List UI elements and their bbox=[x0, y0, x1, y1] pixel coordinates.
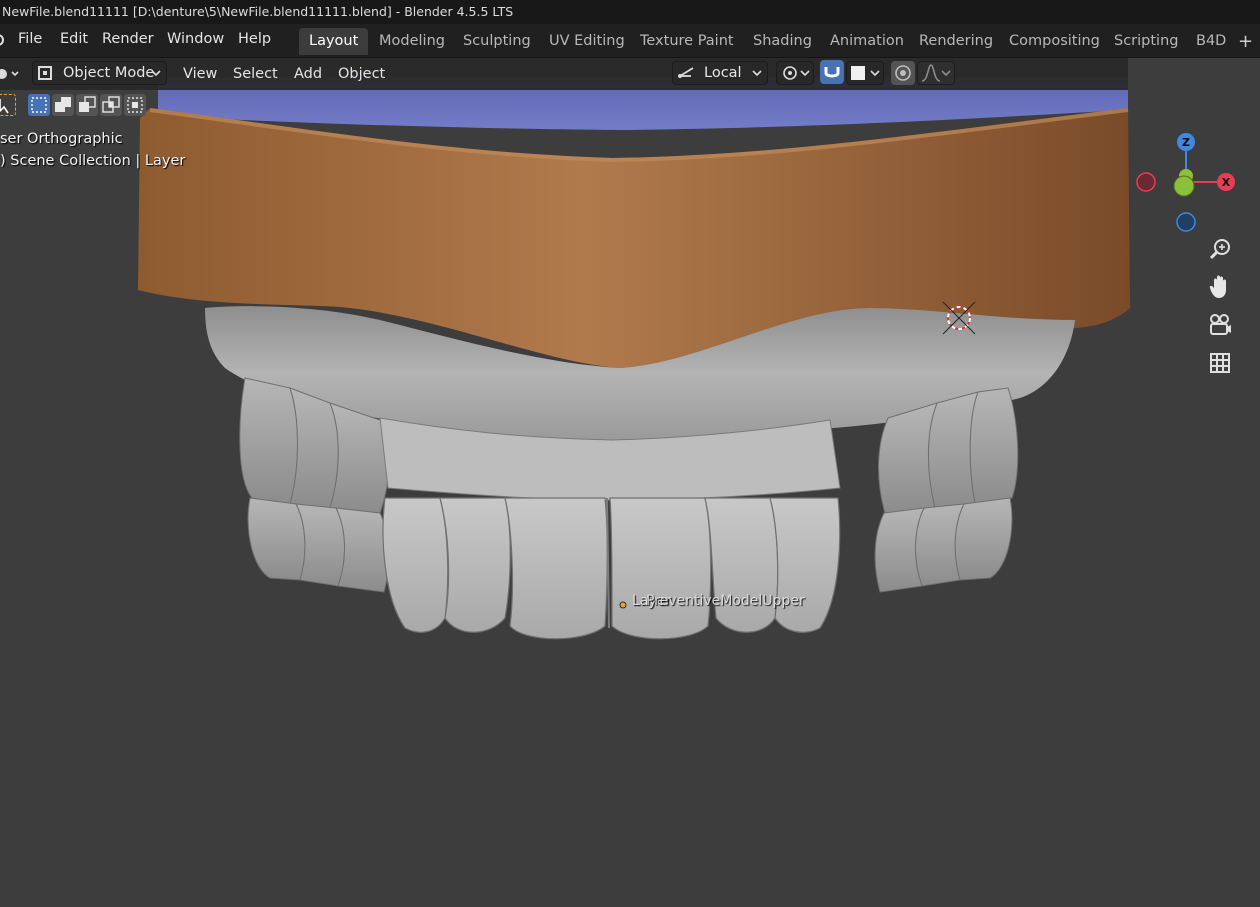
editor-type-icon[interactable] bbox=[0, 61, 22, 87]
menu-file[interactable]: File bbox=[18, 24, 42, 56]
pivot-point-dropdown[interactable] bbox=[776, 61, 814, 85]
tab-sculpting[interactable]: Sculpting bbox=[453, 28, 541, 55]
tab-scripting[interactable]: Scripting bbox=[1104, 28, 1188, 55]
mode-dropdown[interactable]: Object Mode bbox=[32, 61, 167, 85]
transform-orientation-label: Local bbox=[704, 65, 742, 81]
window-title-bar: NewFile.blend11111 [D:\denture\5\NewFile… bbox=[0, 0, 1260, 24]
menu-render[interactable]: Render bbox=[102, 24, 154, 56]
select-intersect-icon[interactable] bbox=[124, 94, 146, 116]
proportional-falloff-dropdown[interactable] bbox=[917, 61, 955, 85]
zoom-icon[interactable] bbox=[1203, 233, 1237, 267]
header-menu-select[interactable]: Select bbox=[233, 61, 278, 87]
object-mode-icon bbox=[38, 66, 52, 80]
3d-viewport[interactable]: Layer PrPreventiveModelUpper Z X bbox=[0, 58, 1260, 907]
camera-icon[interactable] bbox=[1203, 308, 1237, 342]
select-new-icon[interactable] bbox=[28, 94, 50, 116]
chevron-down-icon bbox=[799, 62, 811, 91]
grid-icon[interactable] bbox=[1203, 346, 1237, 380]
hand-icon[interactable] bbox=[1203, 270, 1237, 304]
transform-orientation-dropdown[interactable]: Local bbox=[672, 61, 768, 85]
chevron-down-icon bbox=[869, 62, 881, 91]
snap-magnet-icon[interactable] bbox=[820, 60, 844, 84]
denture-model-render[interactable] bbox=[0, 58, 1260, 907]
add-workspace-button[interactable]: + bbox=[1234, 28, 1257, 55]
header-menu-view[interactable]: View bbox=[183, 61, 217, 87]
3d-cursor bbox=[942, 301, 976, 335]
object-label-preventive-model: PrPreventiveModelUpper bbox=[645, 593, 805, 609]
select-invert-icon[interactable] bbox=[100, 94, 122, 116]
select-box-tool-icon[interactable] bbox=[0, 94, 16, 116]
top-menu-bar: File Edit Render Window Help Layout Mode… bbox=[0, 24, 1260, 58]
menu-edit[interactable]: Edit bbox=[60, 24, 88, 56]
collection-info: ) Scene Collection | Layer bbox=[0, 153, 186, 169]
header-menu-add[interactable]: Add bbox=[294, 61, 322, 87]
tab-modeling[interactable]: Modeling bbox=[369, 28, 455, 55]
tab-uv-editing[interactable]: UV Editing bbox=[539, 28, 635, 55]
header-menu-object[interactable]: Object bbox=[338, 61, 385, 87]
select-subtract-icon[interactable] bbox=[76, 94, 98, 116]
transform-orientation-icon bbox=[677, 64, 697, 89]
tab-layout[interactable]: Layout bbox=[299, 28, 369, 55]
gizmo-x-label: X bbox=[1222, 176, 1231, 189]
tab-compositing[interactable]: Compositing bbox=[999, 28, 1110, 55]
chevron-down-icon bbox=[940, 62, 952, 91]
snap-increment-icon bbox=[851, 66, 865, 80]
mode-label: Object Mode bbox=[63, 65, 155, 81]
viewport-header: Object Mode View Select Add Object Local bbox=[0, 58, 1128, 90]
select-extend-icon[interactable] bbox=[52, 94, 74, 116]
gizmo-z-label: Z bbox=[1182, 136, 1190, 149]
tab-b4d[interactable]: B4D bbox=[1186, 28, 1236, 55]
proportional-edit-icon[interactable] bbox=[891, 61, 915, 85]
blender-logo-icon[interactable] bbox=[0, 24, 8, 56]
menu-help[interactable]: Help bbox=[238, 24, 271, 56]
falloff-curve-icon bbox=[920, 63, 942, 90]
chevron-down-icon bbox=[751, 62, 763, 91]
tab-texture-paint[interactable]: Texture Paint bbox=[630, 28, 744, 55]
snap-target-dropdown[interactable] bbox=[846, 61, 884, 85]
tab-shading[interactable]: Shading bbox=[743, 28, 822, 55]
tab-animation[interactable]: Animation bbox=[820, 28, 914, 55]
chevron-down-icon bbox=[150, 62, 162, 91]
view-name: ser Orthographic bbox=[0, 131, 123, 147]
tab-rendering[interactable]: Rendering bbox=[909, 28, 1003, 55]
pivot-point-icon bbox=[780, 63, 800, 90]
window-title: NewFile.blend11111 [D:\denture\5\NewFile… bbox=[2, 4, 514, 19]
menu-window[interactable]: Window bbox=[167, 24, 224, 56]
navigation-gizmo[interactable]: Z X bbox=[1128, 130, 1248, 240]
